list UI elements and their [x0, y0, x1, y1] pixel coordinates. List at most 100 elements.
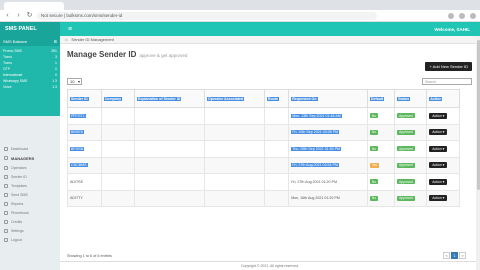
app-header: SMS PANEL ≡ Welcome, SAHIL [0, 22, 480, 36]
search-input[interactable]: Search [422, 78, 472, 85]
hamburger-icon[interactable]: ≡ [68, 26, 72, 33]
home-icon[interactable]: ⌂ [65, 37, 67, 42]
chevron-down-icon: ▾ [77, 79, 80, 84]
sidebar-item[interactable]: Phonebook [0, 208, 60, 217]
operator-cell [204, 189, 265, 207]
pagination: <1 > [443, 252, 466, 259]
main-content: ⌂ Sender ID Management Manage Sender ID … [60, 36, 480, 270]
company-cell [100, 173, 135, 191]
table-row: BNSEK Fri, 10th Sep 2021 03:06 PM No App… [67, 123, 460, 141]
browser-tab[interactable] [4, 2, 64, 10]
sidebar-item[interactable]: Credits [0, 217, 60, 226]
menu-icon [4, 183, 8, 188]
sidebar-item-label: Send SMS [11, 192, 28, 197]
back-icon[interactable]: ‹ [4, 12, 11, 19]
action-label: Action [432, 196, 442, 201]
column-header[interactable]: Sender ID [67, 89, 102, 108]
balance-value: 1.3 [52, 85, 57, 89]
column-header[interactable]: Operator Associated [204, 89, 265, 108]
menu-icon[interactable] [470, 12, 476, 19]
menu-icon [4, 156, 8, 160]
page-size-value: 10 [70, 79, 75, 84]
column-header[interactable]: Company [100, 89, 135, 108]
sidebar-item[interactable]: Templates [0, 181, 60, 190]
forward-icon[interactable]: › [15, 12, 22, 19]
action-button[interactable]: Action ▾ [429, 145, 448, 152]
url-text: Not secure | bulksms.com/sms/sender-id [41, 13, 123, 18]
balance-list: Promo SMS 281 Trans 3 Trans 1 OTP 0 Internationa… [0, 46, 60, 116]
action-button[interactable]: Action ▾ [429, 195, 448, 202]
company-cell [100, 123, 135, 141]
column-header-label: Explanation of Sender ID [136, 96, 182, 101]
menu-icon [4, 219, 8, 224]
sidebar-item[interactable]: Reports [0, 199, 60, 208]
column-header[interactable]: Requested On [288, 89, 368, 108]
column-header[interactable]: Explanation of Sender ID [133, 89, 206, 108]
sms-balance-header: SMS Balance ⊞ [0, 36, 60, 46]
sidebar-item: MANAGERS [0, 153, 60, 163]
menu-icon [4, 165, 8, 170]
requested-on: Fri, 27th Aug 2021 01:20 PM [291, 179, 337, 184]
brand-logo[interactable]: SMS PANEL [0, 22, 60, 36]
balance-row: Voice 1.3 [0, 84, 60, 90]
operator-cell [204, 123, 265, 141]
column-header[interactable]: Default [366, 89, 396, 108]
page-button[interactable]: < [443, 252, 450, 259]
expand-icon[interactable]: ⊞ [54, 39, 57, 44]
action-button[interactable]: Action ▾ [429, 129, 448, 136]
sender-id: ADITTY [70, 196, 83, 201]
entries-info: Showing 1 to 6 of 6 entries [67, 254, 112, 258]
address-bar[interactable]: Not secure | bulksms.com/sms/sender-id [37, 11, 377, 20]
default-badge: No [369, 195, 378, 201]
column-header[interactable]: Status [394, 89, 428, 108]
action-label: Action [432, 179, 442, 184]
balance-value: 281 [51, 49, 57, 53]
sidebar-item[interactable]: Send SMS [0, 190, 60, 199]
scrollbar-thumb[interactable] [476, 40, 480, 190]
sidebar-item[interactable]: Operators [0, 163, 60, 172]
reload-icon[interactable]: ↻ [26, 12, 33, 19]
sender-id: CDCBMS [70, 163, 88, 168]
welcome-text[interactable]: Welcome, SAHIL [434, 27, 480, 32]
column-header-label: Action [429, 96, 443, 101]
page-button[interactable]: 1 [451, 252, 458, 259]
default-cell: No [366, 123, 396, 141]
sender-id-table: Sender ID Company Explanation of Sender ID… [67, 89, 460, 207]
sidebar-item[interactable]: Dashboard [0, 144, 60, 153]
scrollbar[interactable] [476, 36, 480, 270]
sidebar-item[interactable]: Sender ID [0, 172, 60, 181]
column-header[interactable]: Route [263, 89, 290, 108]
requested-on: Thu, 09th Sep 2021 01:50 PM [291, 146, 342, 151]
explanation-cell [133, 123, 206, 141]
sidebar-item-label: Settings [11, 228, 24, 233]
action-button[interactable]: Action ▾ [429, 178, 448, 185]
requested-on: Mon, 16th Aug 2021 01:20 PM [291, 196, 340, 201]
requested-on-cell: Thu, 09th Sep 2021 01:50 PM [288, 140, 368, 158]
company-cell [100, 140, 135, 158]
explanation-cell [133, 107, 206, 125]
balance-value: 3 [55, 55, 57, 59]
menu-icon [4, 174, 8, 179]
sidebar-item[interactable]: Logout [0, 235, 60, 244]
breadcrumb-item[interactable]: Sender ID Management [71, 37, 113, 42]
browser-tab-strip [0, 0, 480, 10]
page-size-select[interactable]: 10 ▾ [67, 78, 82, 85]
column-header[interactable]: Action [426, 89, 460, 108]
sidebar-item-label: Credits [11, 219, 23, 224]
balance-value: 0 [55, 73, 57, 77]
default-cell: Yes [366, 156, 396, 174]
page-button[interactable]: > [459, 252, 466, 259]
menu-icon [4, 228, 8, 233]
route-cell [263, 156, 290, 174]
action-label: Action [432, 130, 442, 135]
table-row: CDCBMS Fri, 27th Aug 2021 03:54 PM Yes A… [67, 156, 460, 174]
add-sender-id-button[interactable]: + Add New Sender ID [425, 62, 472, 71]
profile-icon[interactable] [459, 12, 465, 19]
sidebar-menu: Dashboard MANAGERS Operators Sender ID Templ… [0, 116, 60, 244]
breadcrumb: ⌂ Sender ID Management [60, 36, 480, 44]
action-button[interactable]: Action ▾ [429, 112, 448, 119]
browser-toolbar: ‹ › ↻ Not secure | bulksms.com/sms/sende… [0, 10, 480, 22]
extension-icon[interactable] [448, 12, 454, 19]
sidebar-item[interactable]: Settings [0, 226, 60, 235]
action-button[interactable]: Action ▾ [429, 162, 448, 169]
